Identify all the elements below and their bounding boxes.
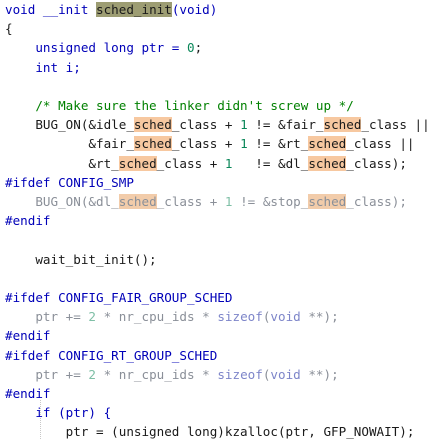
search-match-highlight: sched [308, 136, 347, 151]
code-token: #endif [5, 213, 51, 228]
code-token: _class || [361, 117, 430, 132]
code-token: _class || [346, 136, 415, 151]
code-token: BUG_ON(&idle_ [5, 117, 134, 132]
code-line[interactable]: if (ptr) { [5, 403, 436, 422]
search-match-highlight: sched [323, 117, 362, 132]
code-line[interactable]: #endif [5, 326, 436, 345]
code-token: if (ptr) { [5, 405, 112, 420]
code-token: 1 [240, 136, 248, 151]
code-line[interactable]: ptr += 2 * nr_cpu_ids * sizeof(void **); [5, 307, 436, 326]
code-token: #endif [5, 386, 51, 401]
search-match-highlight: sched [308, 194, 347, 209]
code-token: _class); [346, 156, 407, 171]
code-token: != &fair_ [247, 117, 324, 132]
code-token: 1 [224, 194, 233, 209]
code-line[interactable]: &fair_sched_class + 1 != &rt_sched_class… [5, 134, 436, 153]
code-token: void [270, 367, 301, 382]
code-token: #endif [5, 328, 51, 343]
code-token: &fair_ [5, 136, 134, 151]
code-token: _class); [346, 194, 407, 209]
code-line[interactable]: wait_bit_init(); [5, 250, 436, 269]
search-match-highlight: sched [118, 194, 157, 209]
code-line[interactable]: int i; [5, 58, 436, 77]
code-line[interactable]: void __init sched_init(void) [5, 0, 436, 19]
code-token: ptr += [5, 309, 89, 324]
search-match-highlight: sched [133, 136, 172, 151]
code-line[interactable] [5, 230, 436, 249]
code-token: (void) [171, 2, 218, 17]
code-line[interactable] [5, 77, 436, 96]
code-token: **); [300, 367, 339, 382]
code-line[interactable]: #endif [5, 211, 436, 230]
code-token: #ifdef CONFIG_RT_GROUP_SCHED [5, 348, 218, 363]
code-token: * nr_cpu_ids * [96, 367, 218, 382]
code-token: 1 [240, 117, 248, 132]
code-line[interactable]: #ifdef CONFIG_RT_GROUP_SCHED [5, 346, 436, 365]
code-token: _class + [171, 117, 241, 132]
search-match-highlight: sched [118, 156, 157, 171]
code-token: unsigned long ptr = [5, 40, 187, 55]
code-token: { [5, 21, 13, 36]
code-editor[interactable]: void __init sched_init(void) { unsigned l… [0, 0, 436, 439]
code-line[interactable]: { [5, 19, 436, 38]
code-token: 2 [88, 309, 96, 324]
code-token: _class + [156, 194, 225, 209]
code-line[interactable]: ptr = (unsigned long)kzalloc(ptr, GFP_NO… [5, 422, 436, 441]
code-token: void [270, 309, 301, 324]
code-token: #ifdef CONFIG_FAIR_GROUP_SCHED [5, 290, 233, 305]
code-token: sizeof [217, 309, 263, 324]
code-token: /* Make sure the linker didn't screw up … [5, 98, 354, 113]
code-line[interactable]: BUG_ON(&dl_sched_class + 1 != &stop_sche… [5, 192, 436, 211]
search-match-highlight: sched [133, 117, 172, 132]
code-token: wait_bit_init(); [5, 252, 157, 267]
code-token: _class + [171, 136, 241, 151]
code-token: 0 [186, 40, 195, 55]
code-line[interactable]: /* Make sure the linker didn't screw up … [5, 96, 436, 115]
code-token: ; [194, 40, 203, 55]
code-token: != &stop_ [232, 194, 309, 209]
code-line[interactable]: #ifdef CONFIG_SMP [5, 173, 436, 192]
code-token: sizeof [217, 367, 263, 382]
code-line[interactable]: #endif [5, 384, 436, 403]
code-token: 2 [88, 367, 96, 382]
code-line[interactable] [5, 269, 436, 288]
code-token: #ifdef CONFIG_SMP [5, 175, 134, 190]
code-line[interactable]: #ifdef CONFIG_FAIR_GROUP_SCHED [5, 288, 436, 307]
code-token: **); [300, 309, 339, 324]
code-token: ptr += [5, 367, 89, 382]
code-token: ptr = (unsigned long)kzalloc(ptr, GFP_NO… [5, 424, 415, 439]
code-token: &rt_ [5, 156, 119, 171]
code-token: != &rt_ [247, 136, 309, 151]
search-match-highlight: sched_init [96, 2, 172, 17]
code-token: _class + [156, 156, 225, 171]
code-token: void __init [5, 2, 96, 17]
code-token: 1 [224, 156, 233, 171]
code-line[interactable]: unsigned long ptr = 0; [5, 38, 436, 57]
search-match-highlight: sched [308, 156, 347, 171]
code-token: BUG_ON(&dl_ [5, 194, 119, 209]
code-token: * nr_cpu_ids * [96, 309, 218, 324]
code-token: != &dl_ [232, 156, 309, 171]
code-line[interactable]: &rt_sched_class + 1 != &dl_sched_class); [5, 154, 436, 173]
code-line[interactable]: BUG_ON(&idle_sched_class + 1 != &fair_sc… [5, 115, 436, 134]
code-token: int i; [5, 60, 81, 75]
code-line[interactable]: ptr += 2 * nr_cpu_ids * sizeof(void **); [5, 365, 436, 384]
